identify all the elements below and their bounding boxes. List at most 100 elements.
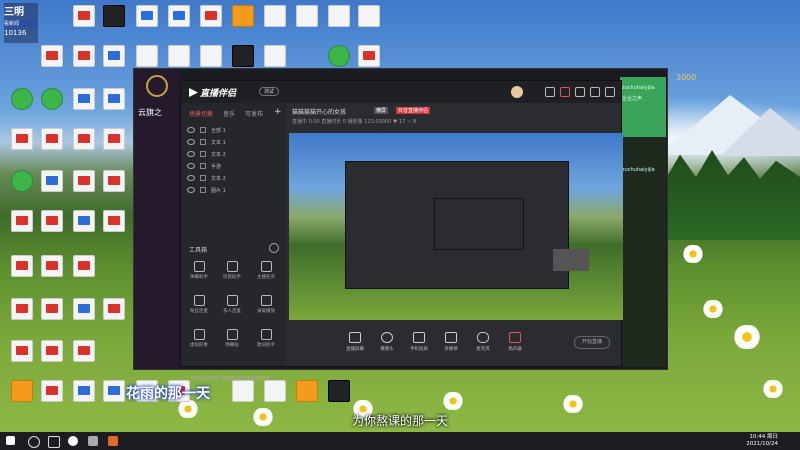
tool-record[interactable]: 录屏播放	[251, 295, 281, 314]
desktop-icon[interactable]	[194, 5, 228, 27]
streaming-app-window[interactable]: 直播伴侣 测试 场景切换 音乐 可发布 + 全部 1 文本 1 文本 2 手游 …	[180, 80, 623, 382]
desktop-icon[interactable]	[97, 5, 131, 27]
eye-icon[interactable]	[187, 127, 195, 133]
desktop-icon[interactable]	[5, 298, 39, 320]
desktop-icon[interactable]	[35, 128, 69, 150]
lock-icon[interactable]	[200, 187, 206, 193]
desktop-icon[interactable]	[162, 5, 196, 27]
eye-icon[interactable]	[187, 163, 195, 169]
desktop-icon[interactable]	[35, 88, 69, 110]
desktop-icon[interactable]	[5, 170, 39, 192]
windows-start-icon[interactable]	[6, 436, 15, 445]
source-camera-button[interactable]: 摄像头	[370, 332, 404, 352]
desktop-icon[interactable]	[258, 45, 292, 67]
system-clock[interactable]: 10:44 周日 2021/10/24	[746, 434, 778, 448]
search-icon[interactable]	[28, 436, 40, 448]
desktop-icon[interactable]	[67, 210, 101, 232]
desktop-icon[interactable]	[322, 380, 356, 402]
speaker-button[interactable]: 扬声器	[498, 332, 532, 352]
desktop-icon[interactable]	[67, 128, 101, 150]
avatar[interactable]	[511, 86, 523, 98]
desktop-icon[interactable]	[35, 298, 69, 320]
tool-tasks[interactable]: 主播任务	[251, 261, 281, 280]
desktop-icon[interactable]	[5, 380, 39, 402]
tool-lyrics[interactable]: 歌词助手	[251, 329, 281, 348]
desktop-icon[interactable]	[97, 210, 131, 232]
desktop-icon[interactable]	[97, 45, 131, 67]
scene-item[interactable]: 全部 1	[181, 124, 286, 136]
desktop-icon[interactable]	[162, 45, 196, 67]
menu-icon[interactable]	[575, 87, 585, 97]
app-icon[interactable]	[88, 436, 98, 446]
desktop-icon[interactable]	[67, 170, 101, 192]
desktop-icon[interactable]	[35, 340, 69, 362]
desktop-icon[interactable]	[352, 5, 386, 27]
source-phone-button[interactable]: 手机投屏	[402, 332, 436, 352]
desktop-icon[interactable]	[226, 45, 260, 67]
tool-danmu[interactable]: 弹幕助手	[184, 261, 214, 280]
desktop-icon[interactable]	[97, 298, 131, 320]
desktop-icon[interactable]	[67, 298, 101, 320]
desktop-icon[interactable]	[67, 45, 101, 67]
desktop-icon[interactable]	[258, 380, 292, 402]
eye-icon[interactable]	[187, 139, 195, 145]
desktop-icon[interactable]	[5, 210, 39, 232]
desktop-icon[interactable]	[5, 88, 39, 110]
desktop-icon[interactable]	[322, 5, 356, 27]
source-media-button[interactable]: 多媒体	[434, 332, 468, 352]
task-view-icon[interactable]	[48, 436, 60, 448]
desktop-icon[interactable]	[226, 5, 260, 27]
desktop-icon[interactable]	[35, 170, 69, 192]
desktop-icon[interactable]	[226, 380, 260, 402]
version-badge[interactable]: 测试	[259, 87, 280, 96]
desktop-icon[interactable]	[35, 210, 69, 232]
tool-sticker[interactable]: 弹幕贴	[217, 329, 247, 348]
lock-icon[interactable]	[200, 163, 206, 169]
orientation-badge[interactable]: 横屏	[374, 107, 389, 114]
desktop-icon[interactable]	[97, 170, 131, 192]
desktop-icon[interactable]	[290, 380, 324, 402]
desktop-icon[interactable]	[322, 45, 356, 67]
eye-icon[interactable]	[187, 175, 195, 181]
desktop-icon[interactable]	[67, 5, 101, 27]
desktop-icon[interactable]	[67, 88, 101, 110]
gift-icon[interactable]	[545, 87, 555, 97]
help-tip[interactable]: 如何把多开后直播面面切换和收到?	[191, 375, 269, 382]
scene-item[interactable]: 手游	[181, 160, 286, 172]
desktop-icon[interactable]	[5, 255, 39, 277]
scene-item[interactable]: 图片 1	[181, 184, 286, 196]
desktop-icon[interactable]	[97, 128, 131, 150]
desktop-icon[interactable]	[5, 128, 39, 150]
tab-publish[interactable]: 可发布	[245, 109, 263, 118]
tab-music[interactable]: 音乐	[223, 109, 235, 118]
desktop-icon[interactable]	[352, 45, 386, 67]
close-icon[interactable]	[605, 87, 615, 97]
desktop-icon[interactable]	[35, 380, 69, 402]
eye-icon[interactable]	[187, 151, 195, 157]
tool-multi-link[interactable]: 多人连麦	[217, 295, 247, 314]
eye-icon[interactable]	[187, 187, 195, 193]
source-screen-button[interactable]: 直播屏幕	[338, 332, 372, 352]
minimize-icon[interactable]	[590, 87, 600, 97]
status-badge[interactable]: 抖音直播伴侣	[396, 107, 431, 114]
desktop-icon[interactable]	[130, 5, 164, 27]
desktop-icon[interactable]	[35, 45, 69, 67]
gear-icon[interactable]	[269, 243, 279, 253]
scene-item[interactable]: 文本 2	[181, 148, 286, 160]
tool-fan-link[interactable]: 粉丝连麦	[184, 295, 214, 314]
tool-avatar[interactable]: 虚拟形象	[184, 329, 214, 348]
desktop-icon[interactable]	[290, 5, 324, 27]
chat-side-panel[interactable]: zuchuhaiyijia 企业之声 zuchuhaiyijia	[620, 77, 666, 367]
app-icon[interactable]	[108, 436, 118, 446]
desktop-icon[interactable]	[194, 45, 228, 67]
desktop-icon[interactable]	[130, 45, 164, 67]
microphone-button[interactable]: 麦克风	[466, 332, 500, 352]
desktop-icon[interactable]	[67, 255, 101, 277]
stream-preview[interactable]	[289, 133, 623, 320]
desktop-icon[interactable]	[35, 255, 69, 277]
desktop-icon[interactable]	[97, 88, 131, 110]
lock-icon[interactable]	[200, 127, 206, 133]
desktop-icon[interactable]	[67, 380, 101, 402]
lock-icon[interactable]	[200, 175, 206, 181]
tool-room-admin[interactable]: 房管助手	[217, 261, 247, 280]
